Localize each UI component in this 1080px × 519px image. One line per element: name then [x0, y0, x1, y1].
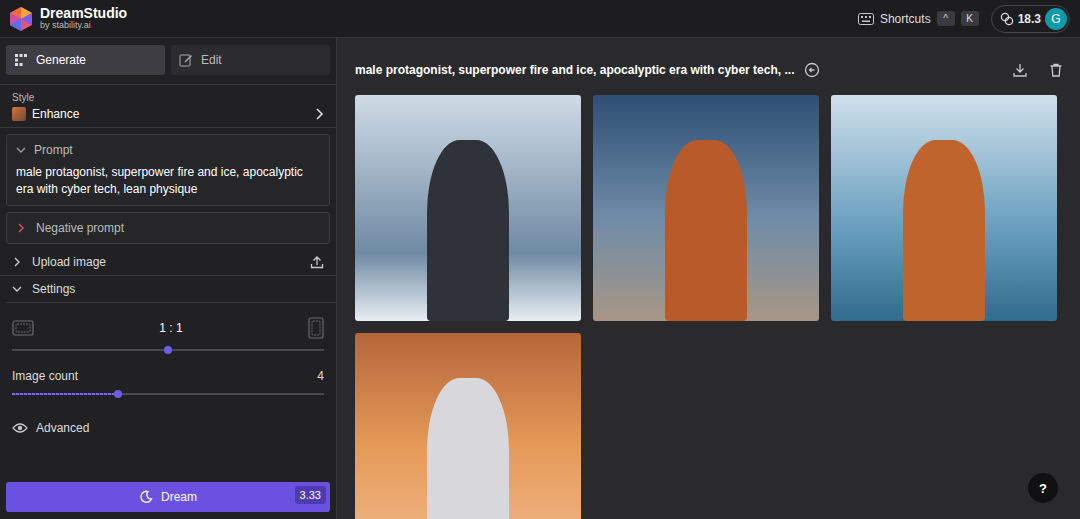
generated-image[interactable] — [831, 95, 1057, 321]
upload-icon[interactable] — [310, 255, 324, 269]
upload-image-section[interactable]: Upload image — [6, 250, 330, 275]
chevron-icon — [12, 257, 22, 267]
image-count-control: Image count 4 — [12, 355, 324, 399]
portrait-icon[interactable] — [308, 317, 324, 339]
section-label: Negative prompt — [36, 221, 124, 235]
settings-toggle[interactable]: Settings — [6, 282, 336, 303]
aspect-slider[interactable] — [12, 345, 324, 355]
edit-icon — [179, 53, 193, 67]
generated-image[interactable] — [355, 95, 581, 321]
advanced-label: Advanced — [36, 421, 89, 435]
prompt-label: Prompt — [34, 143, 73, 157]
dream-button[interactable]: Dream 3.33 — [6, 482, 330, 512]
grid-icon — [14, 53, 28, 67]
prompt-box[interactable]: Prompt male protagonist, superpower fire … — [6, 134, 330, 206]
dream-label: Dream — [161, 490, 197, 504]
keyboard-icon — [858, 13, 874, 25]
advanced-toggle[interactable]: Advanced — [12, 399, 324, 435]
generated-image[interactable] — [355, 333, 581, 519]
reuse-prompt-icon[interactable] — [804, 62, 820, 78]
trash-icon[interactable] — [1048, 62, 1064, 78]
credits-pill[interactable]: 18.3 G — [991, 5, 1070, 33]
landscape-icon[interactable] — [12, 320, 34, 336]
aspect-value: 1 : 1 — [159, 321, 182, 335]
settings-section: Settings 1 : 1 Image count 4 Advanced — [0, 276, 336, 435]
dreamstudio-app: DreamStudioby stability.ai Shortcuts ^ K 18.… — [0, 0, 1080, 519]
mode-tab[interactable]: Generate — [6, 45, 165, 75]
tab-label: Generate — [36, 53, 86, 67]
sidebar: Generate Edit Style Enhance Prompt male prota… — [0, 38, 337, 519]
download-icon[interactable] — [1012, 62, 1028, 78]
tab-label: Edit — [201, 53, 222, 67]
gallery: male protagonist, superpower fire and ic… — [337, 38, 1080, 519]
chevron-icon — [16, 223, 26, 233]
style-selector[interactable]: Style Enhance — [0, 85, 336, 128]
slider-thumb[interactable] — [164, 346, 172, 354]
eye-icon — [12, 422, 28, 434]
style-thumbnail-icon — [12, 107, 26, 121]
credits-icon — [1000, 12, 1014, 26]
aspect-ratio-control: 1 : 1 — [12, 303, 324, 355]
moon-icon — [139, 490, 153, 504]
app-name: DreamStudio — [40, 6, 127, 21]
app-byline: by stability.ai — [40, 21, 127, 30]
user-avatar[interactable]: G — [1045, 8, 1067, 30]
chevron-icon — [12, 284, 22, 294]
stability-logo-icon — [8, 6, 34, 32]
chevron-icon — [16, 145, 26, 155]
shortcuts-label: Shortcuts — [880, 12, 931, 26]
dream-cost: 3.33 — [295, 486, 326, 504]
key-cap: ^ — [937, 11, 955, 26]
chevron-right-icon — [314, 108, 324, 120]
style-value: Enhance — [32, 107, 79, 121]
top-bar: DreamStudioby stability.ai Shortcuts ^ K 18.… — [0, 0, 1080, 38]
help-button[interactable]: ? — [1028, 473, 1058, 503]
credits-amount: 18.3 — [1018, 12, 1041, 26]
generated-image[interactable] — [593, 95, 819, 321]
slider-thumb[interactable] — [114, 390, 122, 398]
brand[interactable]: DreamStudioby stability.ai — [8, 6, 127, 32]
prompt-text[interactable]: male protagonist, superpower fire and ic… — [16, 164, 320, 199]
negative-prompt-section[interactable]: Negative prompt — [6, 212, 330, 244]
gallery-title: male protagonist, superpower fire and ic… — [355, 63, 794, 77]
settings-label: Settings — [32, 282, 75, 296]
shortcuts-button[interactable]: Shortcuts ^ K — [858, 11, 979, 26]
image-count-slider[interactable] — [12, 389, 324, 399]
key-cap: K — [961, 11, 979, 26]
image-count-value: 4 — [317, 369, 324, 383]
mode-tab[interactable]: Edit — [171, 45, 330, 75]
image-count-label: Image count — [12, 369, 78, 383]
style-label: Style — [12, 92, 324, 103]
section-label: Upload image — [32, 255, 106, 269]
mode-tabs: Generate Edit — [0, 38, 336, 85]
